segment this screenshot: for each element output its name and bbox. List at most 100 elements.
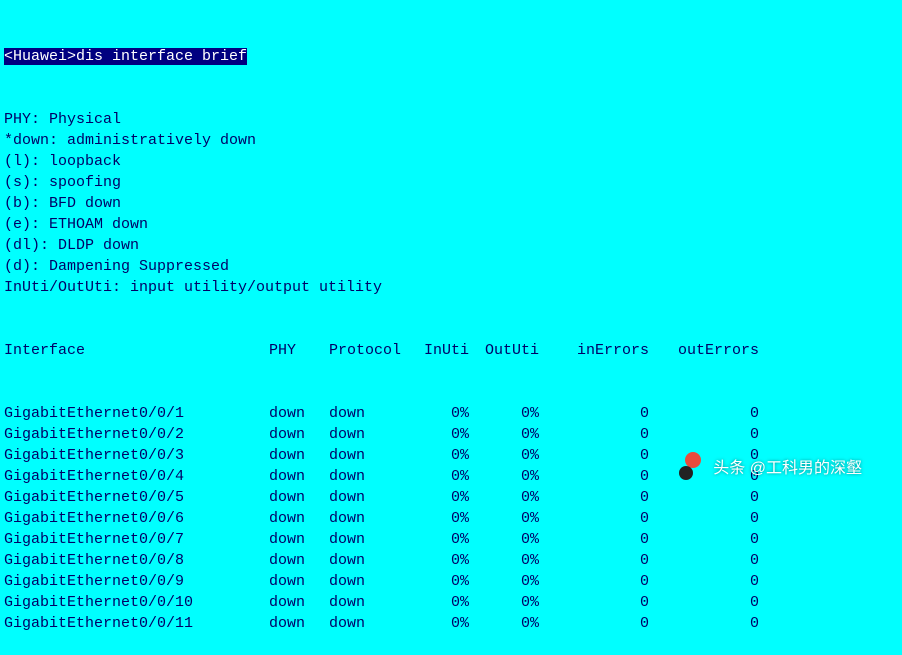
table-row: GigabitEthernet0/0/9downdown0%0%00 (4, 571, 898, 592)
cell-protocol: down (329, 424, 419, 445)
cell-oututi: 0% (479, 466, 549, 487)
cell-interface: GigabitEthernet0/0/8 (4, 550, 269, 571)
cell-phy: down (269, 613, 329, 634)
cell-oututi: 0% (479, 550, 549, 571)
cell-inerrors: 0 (549, 613, 659, 634)
table-row: GigabitEthernet0/0/11downdown0%0%00 (4, 613, 898, 634)
cell-protocol: down (329, 592, 419, 613)
legend-line: (e): ETHOAM down (4, 214, 898, 235)
cell-inuti: 0% (419, 613, 479, 634)
cell-protocol: down (329, 487, 419, 508)
legend-line: (l): loopback (4, 151, 898, 172)
legend-line: *down: administratively down (4, 130, 898, 151)
cell-inerrors: 0 (549, 550, 659, 571)
cell-outerrors: 0 (659, 487, 769, 508)
table-row: GigabitEthernet0/0/5downdown0%0%00 (4, 487, 898, 508)
cell-phy: down (269, 445, 329, 466)
cell-outerrors: 0 (659, 508, 769, 529)
cell-inuti: 0% (419, 508, 479, 529)
cell-interface: GigabitEthernet0/0/4 (4, 466, 269, 487)
cell-interface: GigabitEthernet0/0/3 (4, 445, 269, 466)
cell-inuti: 0% (419, 466, 479, 487)
cell-inerrors: 0 (549, 592, 659, 613)
cell-inuti: 0% (419, 487, 479, 508)
watermark: 头条 @工科男的深壑 (679, 452, 862, 480)
cell-phy: down (269, 466, 329, 487)
cell-inerrors: 0 (549, 403, 659, 424)
cell-interface: GigabitEthernet0/0/7 (4, 529, 269, 550)
cell-protocol: down (329, 571, 419, 592)
cell-inerrors: 0 (549, 424, 659, 445)
cell-interface: GigabitEthernet0/0/1 (4, 403, 269, 424)
legend-line: (d): Dampening Suppressed (4, 256, 898, 277)
cell-protocol: down (329, 403, 419, 424)
cell-phy: down (269, 550, 329, 571)
cell-inerrors: 0 (549, 571, 659, 592)
cell-inerrors: 0 (549, 529, 659, 550)
cell-inerrors: 0 (549, 508, 659, 529)
cell-inerrors: 0 (549, 445, 659, 466)
legend-line: (b): BFD down (4, 193, 898, 214)
cell-oututi: 0% (479, 424, 549, 445)
cell-outerrors: 0 (659, 529, 769, 550)
cell-inuti: 0% (419, 571, 479, 592)
command-text: dis interface brief (76, 48, 247, 65)
table-row: GigabitEthernet0/0/6downdown0%0%00 (4, 508, 898, 529)
header-protocol: Protocol (329, 340, 419, 361)
header-inuti: InUti (419, 340, 479, 361)
header-phy: PHY (269, 340, 329, 361)
cell-protocol: down (329, 529, 419, 550)
table-body: GigabitEthernet0/0/1downdown0%0%00Gigabi… (4, 403, 898, 634)
cell-interface: GigabitEthernet0/0/6 (4, 508, 269, 529)
cell-inuti: 0% (419, 424, 479, 445)
prompt-prefix: <Huawei> (4, 48, 76, 65)
legend-line: PHY: Physical (4, 109, 898, 130)
header-oututi: OutUti (479, 340, 549, 361)
cell-inuti: 0% (419, 529, 479, 550)
cell-protocol: down (329, 508, 419, 529)
cell-outerrors: 0 (659, 403, 769, 424)
cell-interface: GigabitEthernet0/0/5 (4, 487, 269, 508)
cell-outerrors: 0 (659, 592, 769, 613)
cell-protocol: down (329, 550, 419, 571)
header-inerrors: inErrors (549, 340, 659, 361)
table-row: GigabitEthernet0/0/8downdown0%0%00 (4, 550, 898, 571)
terminal-output[interactable]: <Huawei>dis interface brief PHY: Physica… (4, 4, 898, 655)
cell-outerrors: 0 (659, 550, 769, 571)
cell-oututi: 0% (479, 487, 549, 508)
table-header: Interface PHY Protocol InUti OutUti inEr… (4, 340, 898, 361)
table-row: GigabitEthernet0/0/2downdown0%0%00 (4, 424, 898, 445)
legend-line: (dl): DLDP down (4, 235, 898, 256)
cell-oututi: 0% (479, 403, 549, 424)
cell-inuti: 0% (419, 550, 479, 571)
table-row: GigabitEthernet0/0/7downdown0%0%00 (4, 529, 898, 550)
command-line: <Huawei>dis interface brief (4, 46, 898, 67)
legend-line: (s): spoofing (4, 172, 898, 193)
legend-line: InUti/OutUti: input utility/output utili… (4, 277, 898, 298)
cell-phy: down (269, 529, 329, 550)
cell-phy: down (269, 487, 329, 508)
cell-phy: down (269, 508, 329, 529)
cell-interface: GigabitEthernet0/0/11 (4, 613, 269, 634)
cell-inuti: 0% (419, 403, 479, 424)
cell-phy: down (269, 571, 329, 592)
legend-block: PHY: Physical*down: administratively dow… (4, 109, 898, 298)
cell-inuti: 0% (419, 445, 479, 466)
cell-interface: GigabitEthernet0/0/2 (4, 424, 269, 445)
toutiao-logo-icon (679, 452, 707, 480)
watermark-text: 头条 @工科男的深壑 (713, 454, 862, 478)
cell-oututi: 0% (479, 592, 549, 613)
cell-oututi: 0% (479, 529, 549, 550)
cell-outerrors: 0 (659, 424, 769, 445)
cell-oututi: 0% (479, 613, 549, 634)
cell-protocol: down (329, 613, 419, 634)
cell-protocol: down (329, 445, 419, 466)
cell-outerrors: 0 (659, 613, 769, 634)
cell-inuti: 0% (419, 592, 479, 613)
table-row: GigabitEthernet0/0/10downdown0%0%00 (4, 592, 898, 613)
header-outerrors: outErrors (659, 340, 769, 361)
header-interface: Interface (4, 340, 269, 361)
cell-protocol: down (329, 466, 419, 487)
cell-oututi: 0% (479, 508, 549, 529)
cell-oututi: 0% (479, 445, 549, 466)
